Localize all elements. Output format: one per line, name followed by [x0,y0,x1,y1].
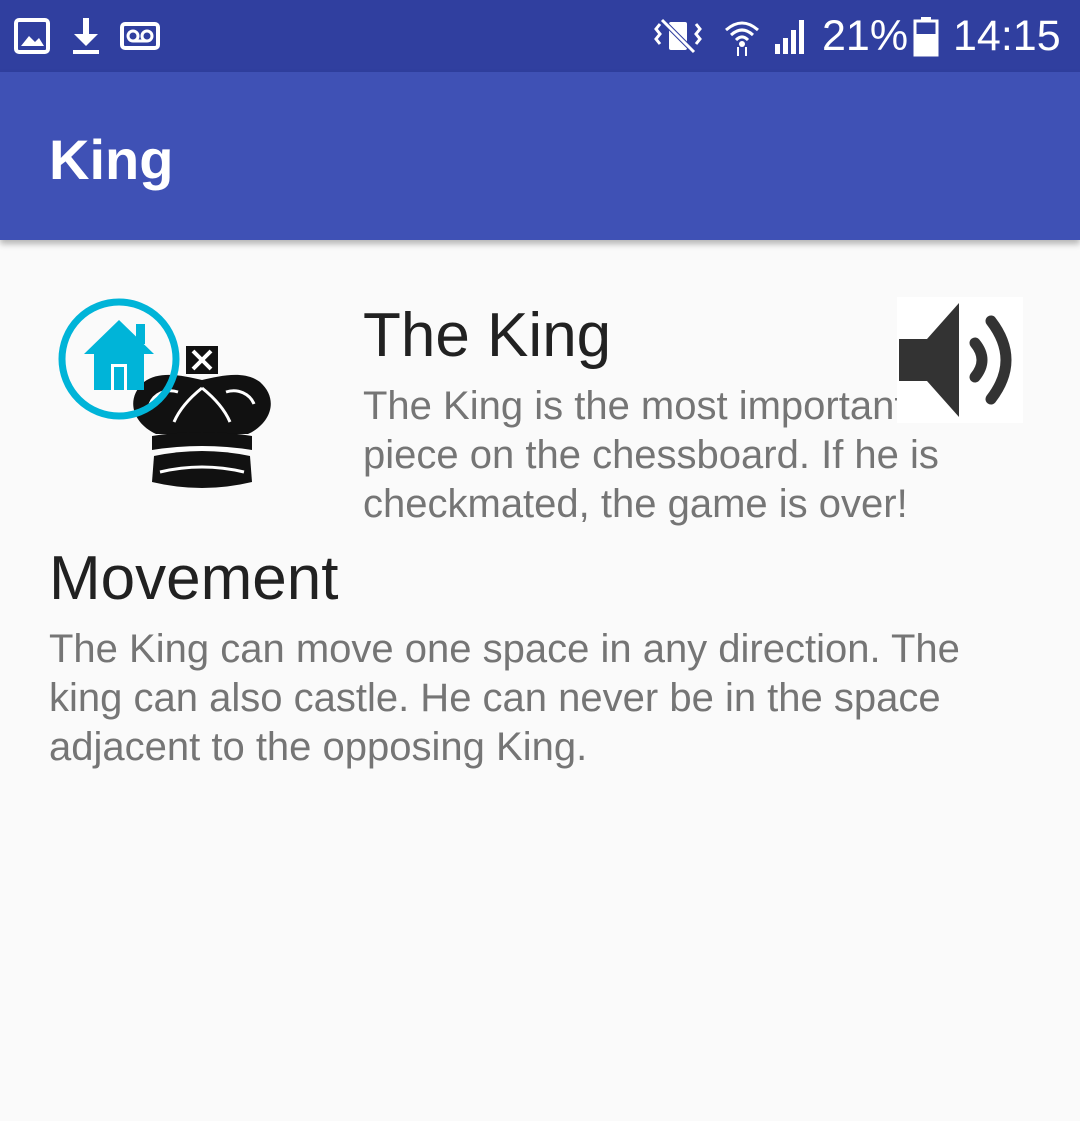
download-icon [73,18,99,54]
movement-heading: Movement [49,544,339,613]
battery-percent: 21% [822,12,909,60]
wifi-icon [725,21,759,56]
sound-button[interactable] [897,297,1023,423]
app-title: King [49,128,174,191]
signal-icon [775,20,804,54]
home-button[interactable] [56,296,182,422]
speaker-icon [899,303,1012,417]
clock: 14:15 [953,12,1061,60]
gallery-icon [14,18,50,54]
vibrate-icon [654,18,702,54]
piece-title: The King [363,301,612,370]
voicemail-icon [120,22,160,50]
movement-text: The King can move one space in any direc… [49,627,960,769]
app-bar: King [0,72,1080,240]
battery-icon [913,17,939,57]
status-bar: 21% 14:15 [0,0,1080,72]
